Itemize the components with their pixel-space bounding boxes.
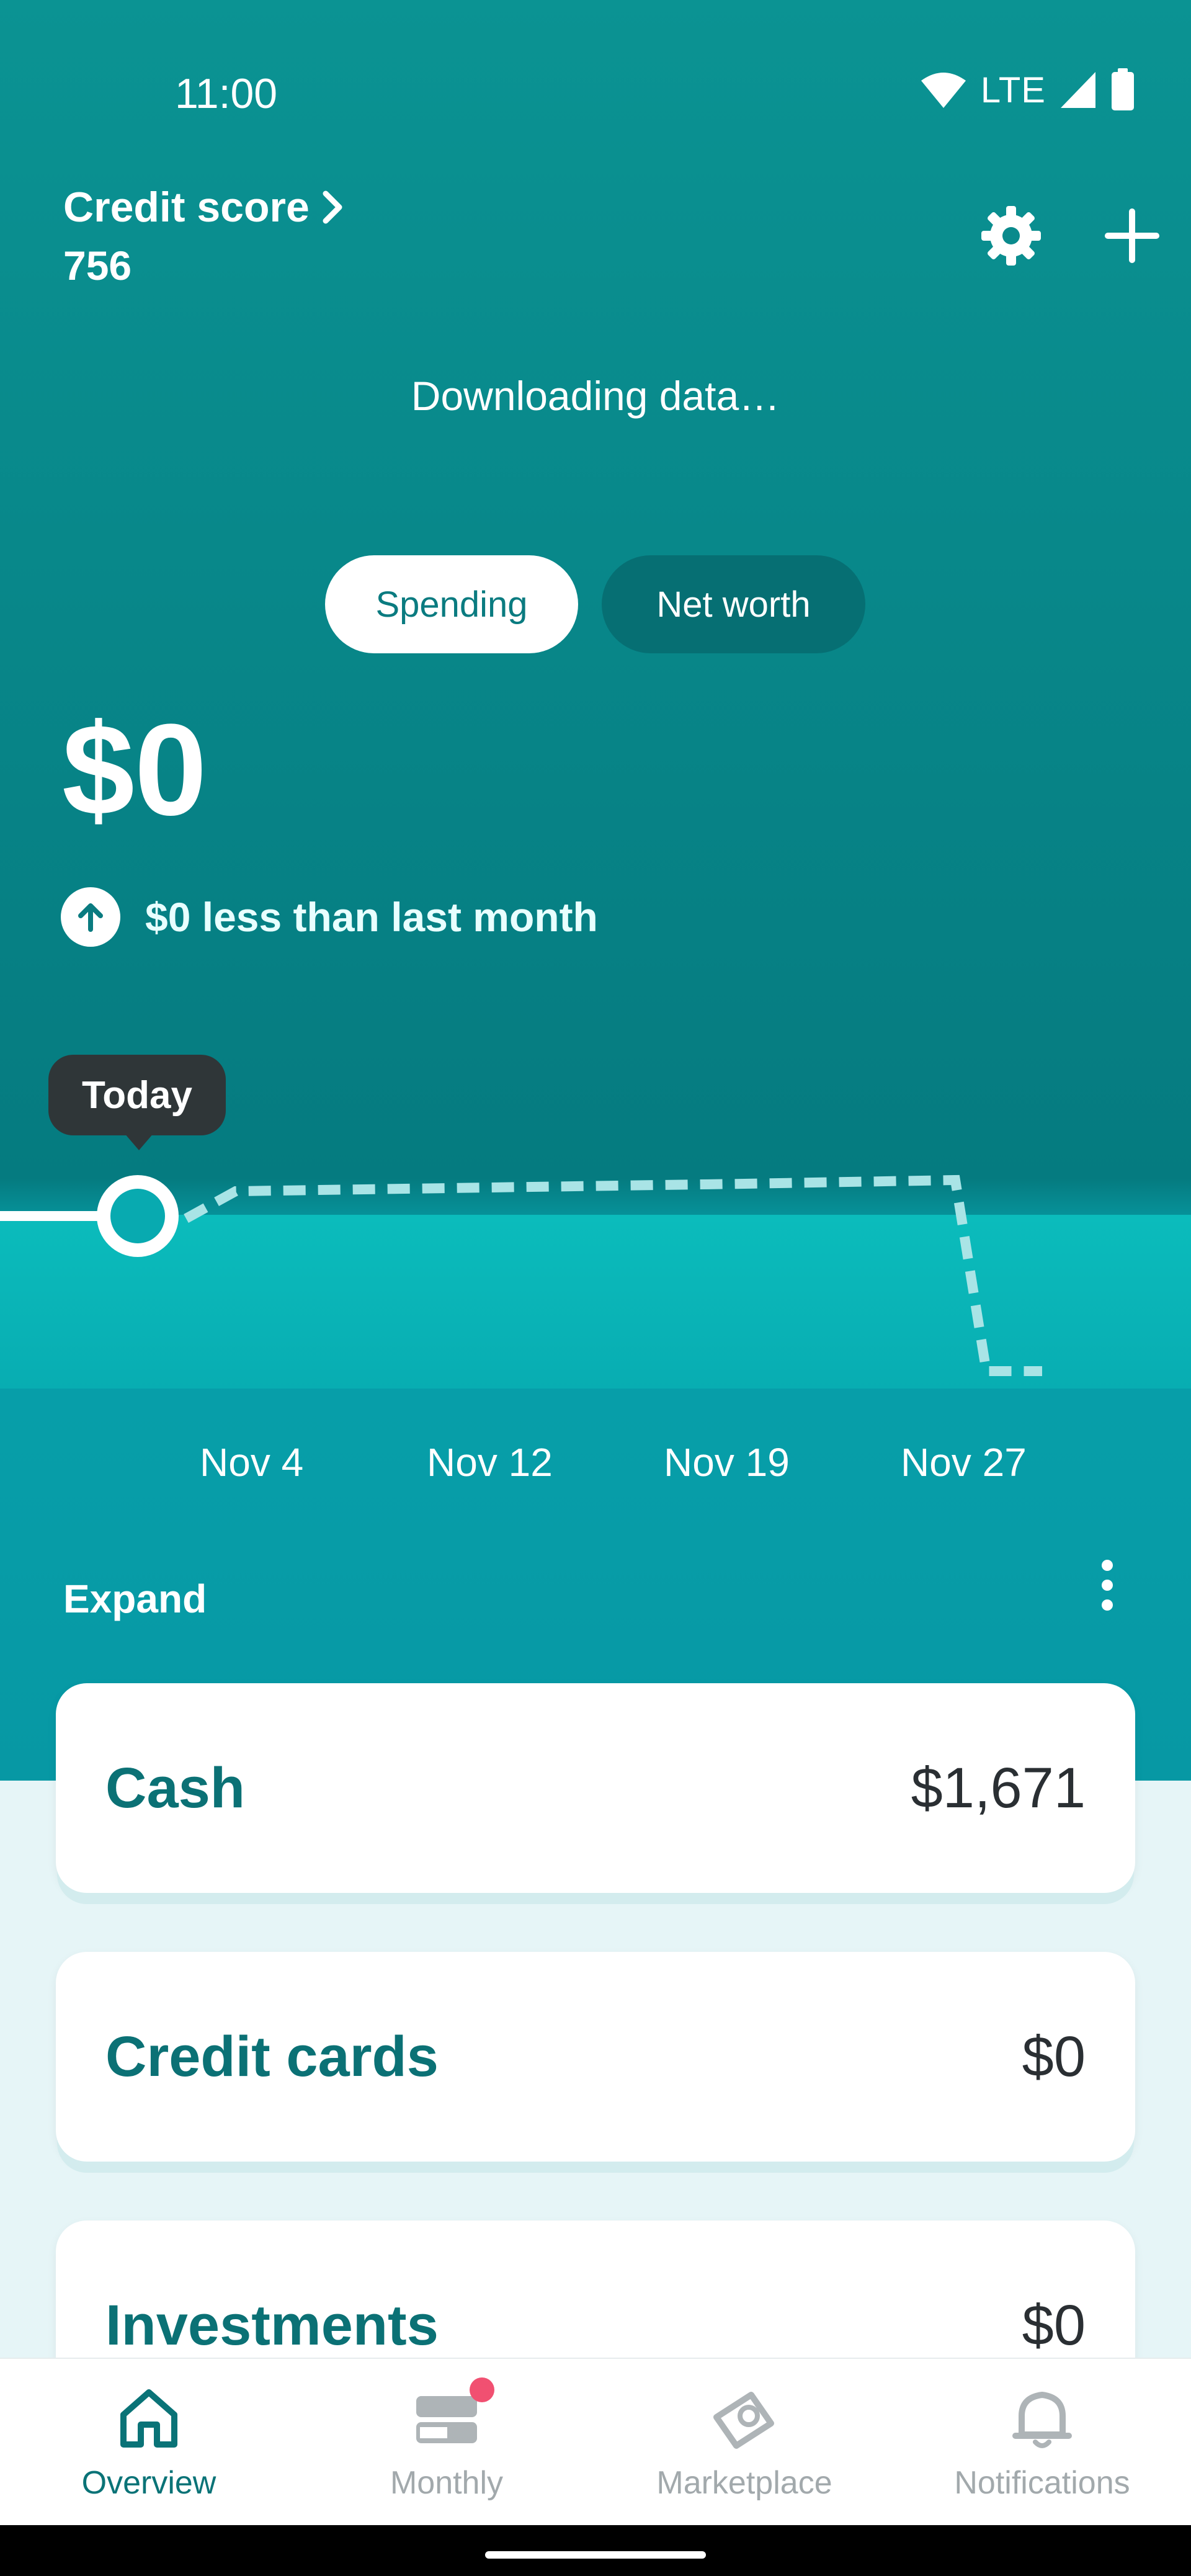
settings-button[interactable] — [974, 199, 1048, 273]
bottom-navigation: Overview Monthly Marketplace Notificatio… — [0, 2358, 1191, 2525]
home-icon — [120, 2389, 177, 2448]
more-dot — [1102, 1580, 1113, 1591]
status-time: 11:00 — [175, 70, 278, 117]
signal-icon — [1061, 72, 1095, 108]
nav-overview[interactable]: Overview — [0, 2359, 298, 2526]
date-label: Nov 12 — [427, 1440, 553, 1485]
nav-monthly[interactable]: Monthly — [298, 2359, 596, 2526]
status-icons: LTE — [920, 68, 1135, 112]
nav-label: Monthly — [390, 2465, 504, 2501]
networth-toggle[interactable]: Net worth — [602, 555, 865, 653]
date-axis: Nov 4 Nov 12 Nov 19 Nov 27 — [0, 1439, 1191, 1495]
network-type: LTE — [980, 69, 1046, 110]
spending-toggle[interactable]: Spending — [325, 555, 578, 653]
battery-icon — [1112, 68, 1134, 110]
chart-projection-line — [184, 1174, 1042, 1376]
more-options-button[interactable] — [1079, 1551, 1135, 1619]
nav-notifications[interactable]: Notifications — [893, 2359, 1191, 2526]
date-label: Nov 19 — [664, 1440, 790, 1485]
date-label: Nov 27 — [901, 1440, 1027, 1485]
wifi-icon — [921, 73, 966, 108]
system-navigation-bar — [0, 2525, 1191, 2576]
notification-badge — [470, 2377, 494, 2402]
spending-amount: $0 — [62, 697, 207, 843]
gear-icon — [981, 206, 1041, 266]
account-card-credit-cards[interactable]: Credit cards $0 — [56, 1952, 1135, 2162]
expand-button[interactable]: Expand — [63, 1576, 207, 1622]
date-label: Nov 4 — [200, 1440, 304, 1485]
add-button[interactable] — [1095, 199, 1169, 273]
downloading-status: Downloading data… — [411, 373, 780, 419]
bell-icon — [1012, 2392, 1072, 2448]
arrow-up-icon — [61, 887, 120, 947]
today-marker-inner — [110, 1189, 165, 1243]
credit-score-value: 756 — [63, 243, 132, 288]
tooltip-arrow — [124, 1133, 154, 1150]
spending-chart — [0, 1174, 1042, 1376]
nav-label: Overview — [81, 2465, 216, 2501]
nav-marketplace[interactable]: Marketplace — [596, 2359, 893, 2526]
chevron-right-icon — [323, 190, 342, 224]
account-title: Credit cards — [105, 2024, 439, 2088]
nav-label: Notifications — [954, 2465, 1130, 2501]
account-value: $0 — [1022, 2024, 1086, 2088]
home-gesture-handle[interactable] — [485, 2551, 706, 2559]
more-dot — [1102, 1599, 1113, 1611]
monthly-icon-wrap — [413, 2377, 494, 2452]
marketplace-icon — [713, 2392, 774, 2449]
account-value: $0 — [1022, 2293, 1086, 2357]
delta-text: $0 less than last month — [145, 894, 598, 940]
today-tooltip: Today — [48, 1055, 226, 1135]
account-value: $1,671 — [911, 1756, 1086, 1820]
credit-score-label: Credit score — [63, 184, 310, 231]
account-card-cash[interactable]: Cash $1,671 — [56, 1683, 1135, 1893]
account-title: Cash — [105, 1756, 245, 1820]
credit-score-link[interactable]: Credit score — [63, 183, 344, 231]
nav-label: Marketplace — [656, 2465, 832, 2501]
plus-icon — [1105, 208, 1159, 263]
more-dot — [1102, 1560, 1113, 1571]
status-bar: 11:00 LTE — [0, 0, 1191, 186]
delta-row: $0 less than last month — [61, 887, 598, 947]
account-title: Investments — [105, 2293, 439, 2357]
